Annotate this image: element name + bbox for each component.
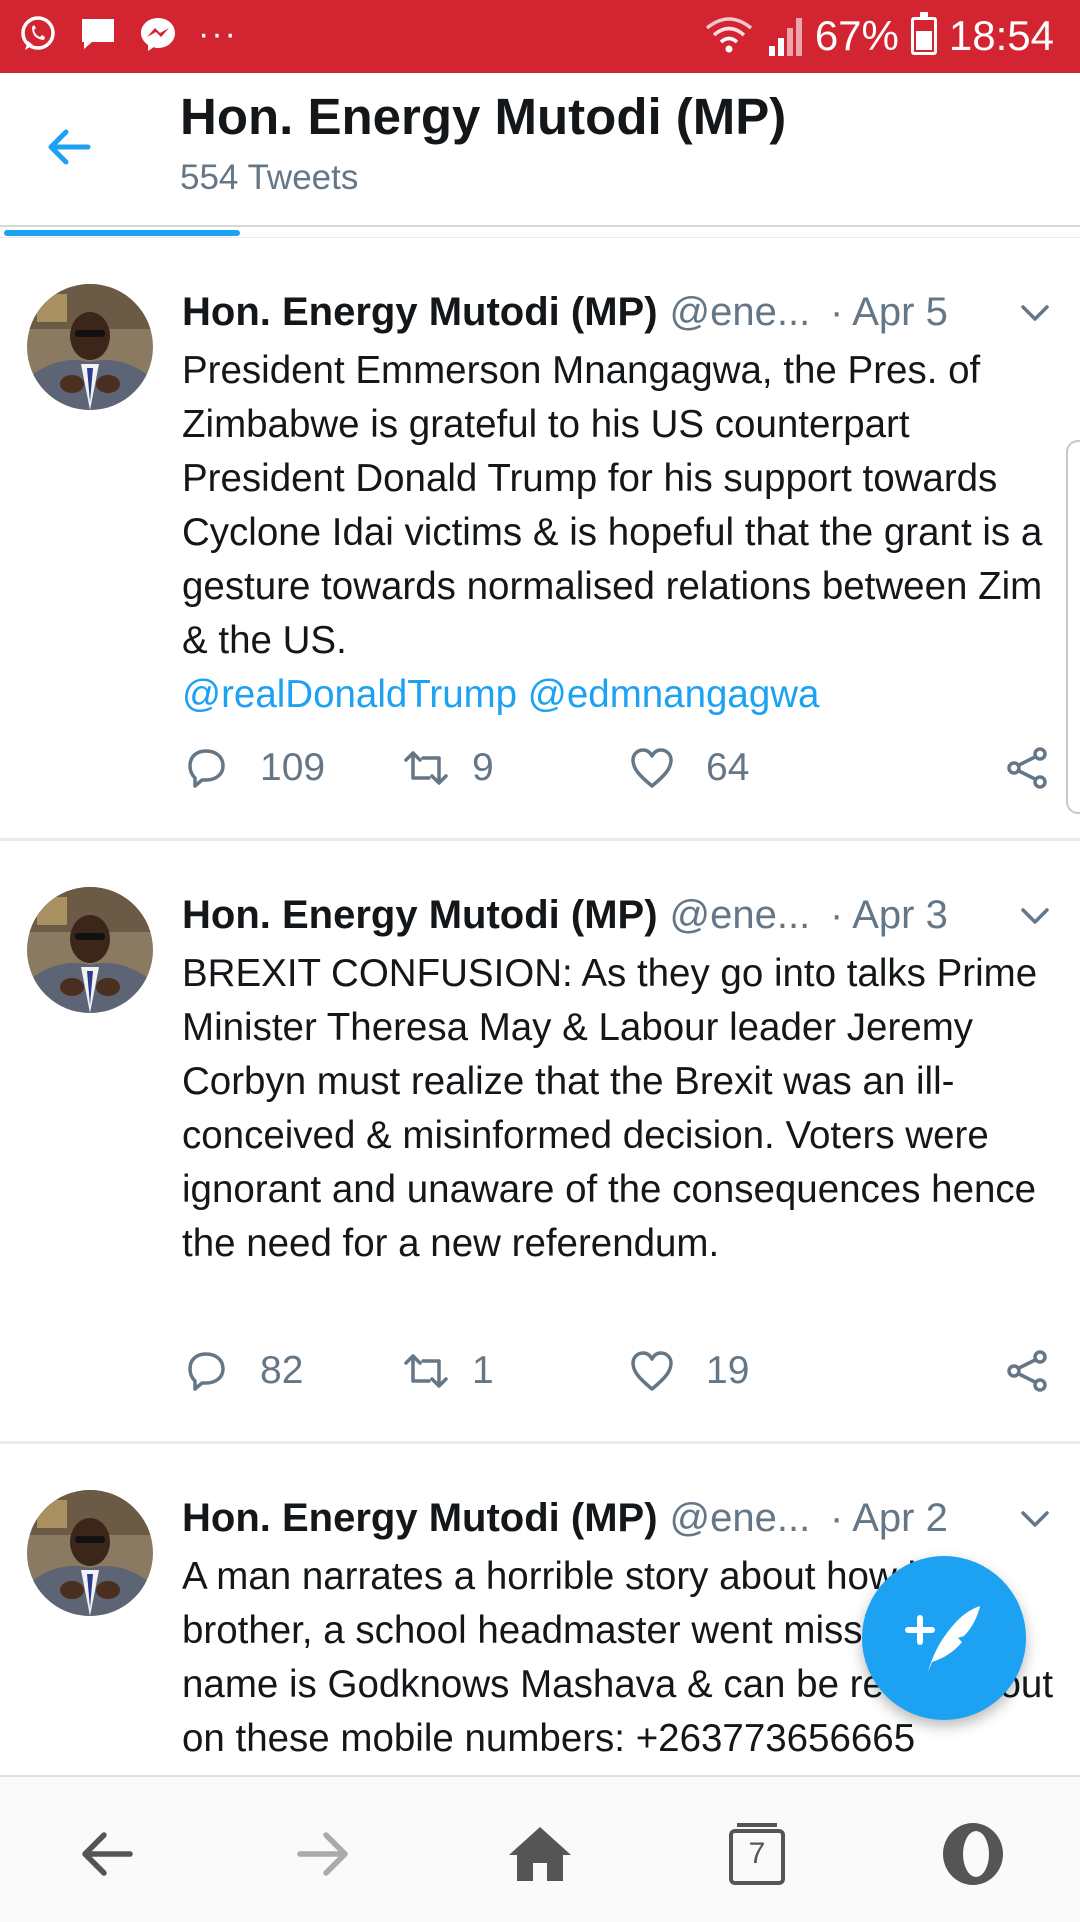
clock: 18:54 bbox=[948, 12, 1054, 59]
compose-feather-icon bbox=[905, 1606, 980, 1672]
profile-header: Hon. Energy Mutodi (MP) 554 Tweets bbox=[0, 73, 1080, 227]
loading-progress-bar bbox=[4, 230, 240, 236]
home-icon[interactable] bbox=[505, 1819, 575, 1889]
page-title: Hon. Energy Mutodi (MP) bbox=[180, 88, 787, 145]
share-icon bbox=[1007, 747, 1047, 789]
compose-tweet-button[interactable] bbox=[862, 1556, 1026, 1720]
share-button[interactable] bbox=[1004, 1341, 1052, 1401]
reply-button[interactable]: 109 bbox=[182, 738, 325, 798]
avatar-image bbox=[27, 1490, 153, 1616]
tweet-date[interactable]: · Apr 3 bbox=[830, 883, 948, 947]
tweet-text-content: President Emmerson Mnangagwa, the Pres. … bbox=[182, 349, 1043, 662]
reply-count: 82 bbox=[260, 1349, 304, 1392]
status-bar: ··· 67% 18:54 bbox=[0, 0, 1080, 73]
wifi-icon bbox=[705, 17, 752, 53]
tweet-count: 554 Tweets bbox=[180, 158, 359, 197]
tweet-text: BREXIT CONFUSION: As they go into talks … bbox=[182, 952, 1038, 1265]
like-count: 64 bbox=[706, 746, 750, 789]
battery-icon bbox=[910, 12, 937, 55]
retweet-icon bbox=[404, 751, 448, 785]
messenger-icon bbox=[141, 18, 175, 51]
share-icon bbox=[1007, 1350, 1047, 1392]
tweet-header: Hon. Energy Mutodi (MP) @ene... · Apr 3 bbox=[182, 883, 1052, 947]
like-button[interactable]: 64 bbox=[628, 738, 749, 798]
like-count: 19 bbox=[706, 1349, 750, 1392]
author-handle[interactable]: @ene... bbox=[670, 290, 811, 334]
more-notifications-indicator: ··· bbox=[198, 15, 238, 53]
retweet-count: 9 bbox=[472, 746, 494, 789]
author-name[interactable]: Hon. Energy Mutodi (MP) bbox=[182, 1496, 658, 1540]
author-handle[interactable]: @ene... bbox=[670, 893, 811, 937]
tweet-actions: 109 9 64 bbox=[182, 738, 1052, 798]
browser-forward-icon[interactable] bbox=[288, 1819, 358, 1889]
retweet-count: 1 bbox=[472, 1349, 494, 1392]
author-name[interactable]: Hon. Energy Mutodi (MP) bbox=[182, 893, 658, 937]
retweet-button[interactable]: 9 bbox=[402, 738, 494, 798]
author-handle[interactable]: @ene... bbox=[670, 1496, 811, 1540]
reply-icon bbox=[188, 1352, 225, 1391]
tweet-mentions[interactable]: @realDonaldTrump @edmnangagwa bbox=[182, 673, 819, 716]
notification-icons: ··· bbox=[18, 14, 238, 54]
tweet-header: Hon. Energy Mutodi (MP) @ene... · Apr 2 bbox=[182, 1486, 1052, 1550]
author-name[interactable]: Hon. Energy Mutodi (MP) bbox=[182, 290, 658, 334]
retweet-icon bbox=[404, 1354, 448, 1388]
tweet[interactable]: Hon. Energy Mutodi (MP) @ene... · Apr 5 P… bbox=[0, 238, 1080, 838]
avatar-image bbox=[27, 284, 153, 410]
message-icon bbox=[82, 19, 114, 49]
battery-level bbox=[915, 31, 932, 50]
like-button[interactable]: 19 bbox=[628, 1341, 749, 1401]
tweet-date[interactable]: · Apr 5 bbox=[830, 280, 948, 344]
whatsapp-icon bbox=[21, 16, 55, 50]
tweet-header: Hon. Energy Mutodi (MP) @ene... · Apr 5 bbox=[182, 280, 1052, 344]
heart-icon bbox=[631, 1351, 673, 1391]
heart-icon bbox=[631, 748, 673, 788]
tweet-date[interactable]: · Apr 2 bbox=[830, 1486, 948, 1550]
avatar[interactable] bbox=[27, 1490, 153, 1616]
scroll-handle[interactable] bbox=[1066, 440, 1080, 814]
browser-bottom-nav: 7 bbox=[0, 1775, 1080, 1922]
tabs-button[interactable]: 7 bbox=[722, 1819, 792, 1889]
share-button[interactable] bbox=[1004, 738, 1052, 798]
opera-menu-icon[interactable] bbox=[938, 1819, 1008, 1889]
tweet-actions: 82 1 19 bbox=[182, 1341, 1052, 1401]
browser-back-icon[interactable] bbox=[72, 1819, 142, 1889]
battery-percent: 67% bbox=[814, 12, 899, 59]
avatar-image bbox=[27, 887, 153, 1013]
tweet-text: President Emmerson Mnangagwa, the Pres. … bbox=[182, 344, 1062, 722]
reply-button[interactable]: 82 bbox=[182, 1341, 303, 1401]
tweet[interactable]: Hon. Energy Mutodi (MP) @ene... · Apr 3 B… bbox=[0, 841, 1080, 1441]
tab-count: 7 bbox=[748, 1837, 766, 1870]
avatar[interactable] bbox=[27, 284, 153, 410]
back-arrow-icon[interactable] bbox=[40, 117, 100, 177]
signal-icon bbox=[768, 18, 802, 56]
avatar[interactable] bbox=[27, 887, 153, 1013]
system-status: 67% 18:54 bbox=[703, 10, 1054, 62]
retweet-button[interactable]: 1 bbox=[402, 1341, 494, 1401]
reply-count: 109 bbox=[260, 746, 326, 789]
chevron-down-icon[interactable] bbox=[1018, 296, 1052, 330]
chevron-down-icon[interactable] bbox=[1018, 1502, 1052, 1536]
reply-icon bbox=[188, 749, 225, 788]
chevron-down-icon[interactable] bbox=[1018, 899, 1052, 933]
